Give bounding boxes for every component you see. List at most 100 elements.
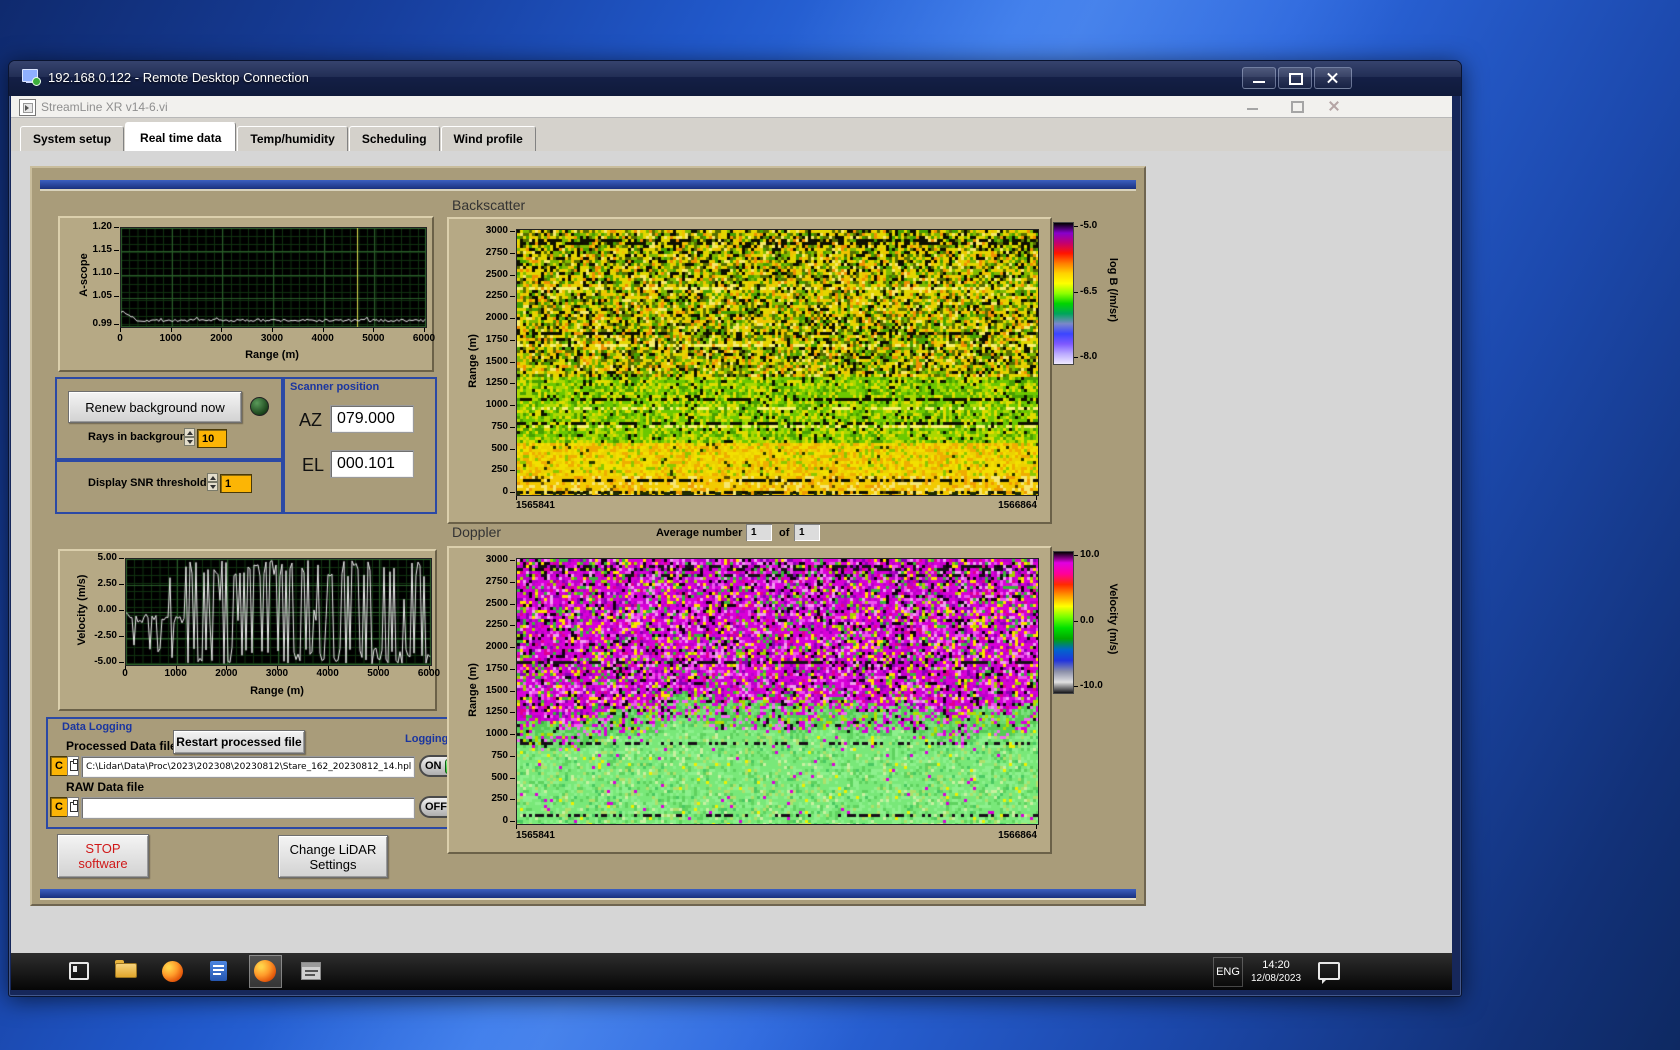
- tick-mark: [119, 584, 124, 585]
- snr-spinner[interactable]: [207, 473, 218, 492]
- tick-label: 1000: [151, 333, 191, 344]
- action-center-icon[interactable]: [1318, 962, 1340, 980]
- tick-label: 10.0: [1080, 549, 1114, 560]
- tick-label: 2250: [454, 619, 508, 630]
- maximize-button[interactable]: [1278, 67, 1312, 89]
- tick-mark: [510, 340, 515, 341]
- of-label: of: [779, 527, 789, 539]
- task-view-icon[interactable]: [64, 956, 94, 986]
- tick-label: 1250: [454, 377, 508, 388]
- tick-mark: [510, 799, 515, 800]
- tick-mark: [516, 825, 517, 829]
- tick-mark: [1074, 292, 1078, 293]
- tick-label: 1565841: [516, 500, 606, 511]
- tick-label: 1750: [454, 334, 508, 345]
- tick-mark: [119, 558, 124, 559]
- led-indicator: [250, 397, 269, 416]
- clock-date[interactable]: 12/08/2023: [1244, 973, 1308, 984]
- tick-mark: [119, 610, 124, 611]
- velocity-x-axis-label: Range (m): [197, 685, 357, 697]
- average-number-field[interactable]: 1: [746, 524, 772, 541]
- tick-mark: [510, 712, 515, 713]
- ascope-plot: [120, 227, 427, 328]
- firefox-icon[interactable]: [157, 956, 187, 986]
- folder-icon[interactable]: [111, 956, 141, 986]
- logging-label: Logging: [405, 733, 448, 745]
- tick-mark: [510, 296, 515, 297]
- snr-threshold-label: Display SNR threshold: [88, 477, 207, 489]
- computer-icon: [22, 69, 40, 85]
- tick-label: 1000: [454, 728, 508, 739]
- tab-wind-profile[interactable]: Wind profile: [441, 126, 536, 151]
- close-button[interactable]: [1314, 67, 1352, 89]
- tab-real-time-data[interactable]: Real time data: [125, 122, 236, 151]
- tick-mark: [277, 666, 278, 670]
- tab-strip: System setupReal time dataTemp/humidityS…: [11, 118, 1452, 151]
- az-value-field[interactable]: 079.000: [330, 405, 414, 433]
- tick-label: 500: [454, 772, 508, 783]
- renew-background-button[interactable]: Renew background now: [68, 391, 242, 423]
- of-count-field[interactable]: 1: [794, 524, 820, 541]
- app-minimize-icon[interactable]: [1247, 108, 1258, 110]
- tick-label: 2000: [454, 312, 508, 323]
- tick-mark: [1074, 357, 1078, 358]
- tick-mark: [510, 582, 515, 583]
- browse-file-icon[interactable]: [67, 756, 79, 776]
- raw-path-field[interactable]: [81, 797, 415, 819]
- path-drive-box[interactable]: C: [50, 797, 68, 817]
- app-close-icon[interactable]: [1328, 101, 1340, 112]
- stop-software-button[interactable]: STOPsoftware: [57, 834, 149, 878]
- average-number-label: Average number: [656, 527, 742, 539]
- change-lidar-settings-button[interactable]: Change LiDARSettings: [278, 835, 388, 878]
- data-logging-title: Data Logging: [62, 721, 132, 733]
- clock-time[interactable]: 14:20: [1248, 959, 1304, 971]
- scanner-position-title: Scanner position: [290, 381, 379, 393]
- tick-label: -8.0: [1080, 351, 1114, 362]
- snr-value-field[interactable]: 1: [220, 474, 252, 493]
- tick-label: 0.0: [1080, 615, 1114, 626]
- restart-processed-file-button[interactable]: Restart processed file: [173, 730, 305, 754]
- tab-temp-humidity[interactable]: Temp/humidity: [237, 126, 347, 151]
- tick-mark: [510, 604, 515, 605]
- tab-system-setup[interactable]: System setup: [20, 126, 124, 151]
- tick-mark: [510, 362, 515, 363]
- tick-label: 1.10: [68, 267, 112, 278]
- tick-mark: [510, 669, 515, 670]
- scan-scheduler-icon[interactable]: [296, 956, 326, 986]
- editor-icon[interactable]: [203, 956, 233, 986]
- el-label: EL: [302, 455, 324, 476]
- app-maximize-icon[interactable]: [1291, 101, 1304, 113]
- el-value-field[interactable]: 000.101: [330, 450, 414, 478]
- tick-mark: [328, 666, 329, 670]
- minimize-button[interactable]: [1242, 67, 1276, 89]
- browse-file-icon[interactable]: [67, 797, 79, 817]
- desktop: 192.168.0.122 - Remote Desktop Connectio…: [0, 0, 1680, 1050]
- tick-mark: [510, 449, 515, 450]
- tick-mark: [510, 647, 515, 648]
- tick-label: 1500: [454, 685, 508, 696]
- path-drive-box[interactable]: C: [50, 756, 68, 776]
- tab-scheduling[interactable]: Scheduling: [349, 126, 440, 151]
- tick-mark: [510, 821, 515, 822]
- tick-mark: [1036, 496, 1037, 500]
- tick-mark: [221, 328, 222, 332]
- rays-value-field[interactable]: 10: [197, 429, 227, 448]
- tick-label: 4000: [303, 333, 343, 344]
- tick-mark: [1074, 686, 1078, 687]
- tick-label: -5.00: [73, 656, 117, 667]
- tick-label: 2.50: [73, 578, 117, 589]
- tick-mark: [510, 427, 515, 428]
- tick-mark: [424, 328, 425, 332]
- language-indicator[interactable]: ENG: [1213, 957, 1243, 987]
- tick-label: 3000: [454, 225, 508, 236]
- tick-label: 250: [454, 464, 508, 475]
- rays-spinner[interactable]: [184, 428, 195, 447]
- tick-mark: [510, 405, 515, 406]
- firefox-icon[interactable]: [250, 956, 280, 986]
- app-titlebar[interactable]: [11, 96, 1452, 118]
- processed-path-field[interactable]: C:\Lidar\Data\Proc\2023\202308\20230812\…: [81, 756, 415, 778]
- tick-label: 0.99: [68, 318, 112, 329]
- tick-mark: [1074, 621, 1078, 622]
- backscatter-title: Backscatter: [452, 197, 525, 213]
- tick-label: 1000: [454, 399, 508, 410]
